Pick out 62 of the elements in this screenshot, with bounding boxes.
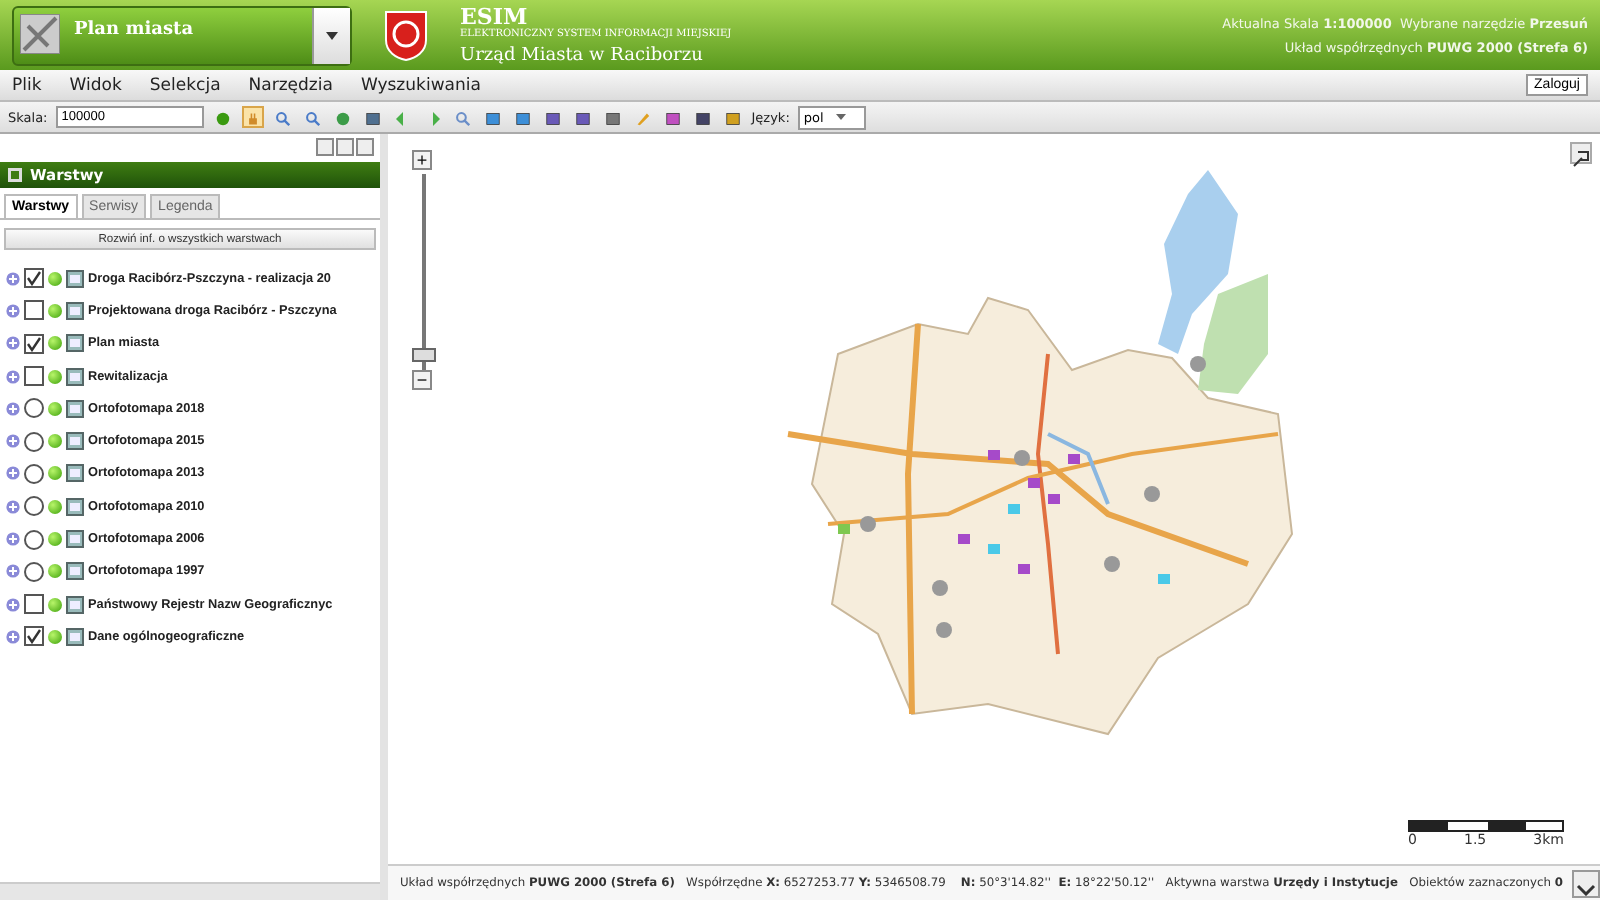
expand-icon[interactable] <box>6 597 20 612</box>
search-icon <box>455 110 470 128</box>
city-crest-icon <box>384 9 428 61</box>
layer-radio[interactable] <box>24 529 44 550</box>
scrollbar[interactable] <box>0 882 380 900</box>
menu-item[interactable]: Selekcja <box>149 75 221 95</box>
status-dot-icon <box>48 564 62 579</box>
zoom-in-icon <box>275 110 290 128</box>
expand-icon[interactable] <box>6 369 20 384</box>
layer-checkbox[interactable] <box>24 268 44 289</box>
zoom-out-icon <box>305 110 320 128</box>
menu-item[interactable]: Plik <box>12 75 42 95</box>
status-dot-icon <box>48 336 62 351</box>
pan-icon <box>245 110 260 128</box>
toolbar-button[interactable] <box>301 106 324 128</box>
zoom-out-button[interactable]: − <box>412 370 432 390</box>
expand-icon[interactable] <box>6 466 20 481</box>
status-dot-icon <box>48 271 62 286</box>
expand-icon[interactable] <box>6 532 20 547</box>
dropdown-caret-icon <box>326 31 338 39</box>
expand-icon[interactable] <box>6 564 20 579</box>
brand-city: Urząd Miasta w Raciborzu <box>460 45 705 65</box>
status-dot-icon <box>48 466 62 481</box>
status-dot-icon <box>48 303 62 318</box>
zoom-slider-thumb[interactable] <box>412 348 436 363</box>
status-dot-icon <box>48 499 62 514</box>
brand-title: ESIM <box>460 5 528 27</box>
menu-item[interactable]: Narzędzia <box>248 75 333 95</box>
pencil-icon <box>635 110 650 128</box>
expand-icon[interactable] <box>6 303 20 318</box>
collapse-button[interactable] <box>1572 869 1600 897</box>
expand-icon[interactable] <box>6 401 20 416</box>
layer-checkbox[interactable] <box>24 594 44 615</box>
status-dot-icon <box>48 597 62 612</box>
status-dot-icon <box>48 532 62 547</box>
layer-checkbox[interactable] <box>24 366 44 387</box>
status-dot-icon <box>48 629 62 644</box>
status-dot-icon <box>48 434 62 449</box>
layer-radio[interactable] <box>24 496 44 517</box>
status-dot-icon <box>48 401 62 416</box>
chevron-down-icon <box>1576 883 1596 895</box>
expand-icon[interactable] <box>6 499 20 514</box>
layer-checkbox[interactable] <box>24 626 44 647</box>
menu-item[interactable]: Wyszukiwania <box>360 75 481 95</box>
overview-icon <box>1572 150 1590 168</box>
expand-icon[interactable] <box>6 336 20 351</box>
expand-icon[interactable] <box>6 629 20 644</box>
zoom-in-button[interactable]: + <box>412 150 432 170</box>
overview-map-button[interactable] <box>1570 142 1592 164</box>
layer-checkbox[interactable] <box>24 300 44 321</box>
expand-icon[interactable] <box>6 434 20 449</box>
expand-icon[interactable] <box>6 271 20 286</box>
caret-icon <box>835 114 846 120</box>
layer-radio[interactable] <box>24 463 44 484</box>
layer-radio[interactable] <box>24 398 44 419</box>
layer-checkbox[interactable] <box>24 333 44 354</box>
menu-item[interactable]: Widok <box>69 75 122 95</box>
toolbar-button[interactable] <box>271 106 294 128</box>
layer-radio[interactable] <box>24 561 44 582</box>
layer-radio[interactable] <box>24 431 44 452</box>
map-thumbnail-icon <box>20 13 60 53</box>
status-dot-icon <box>48 369 62 384</box>
